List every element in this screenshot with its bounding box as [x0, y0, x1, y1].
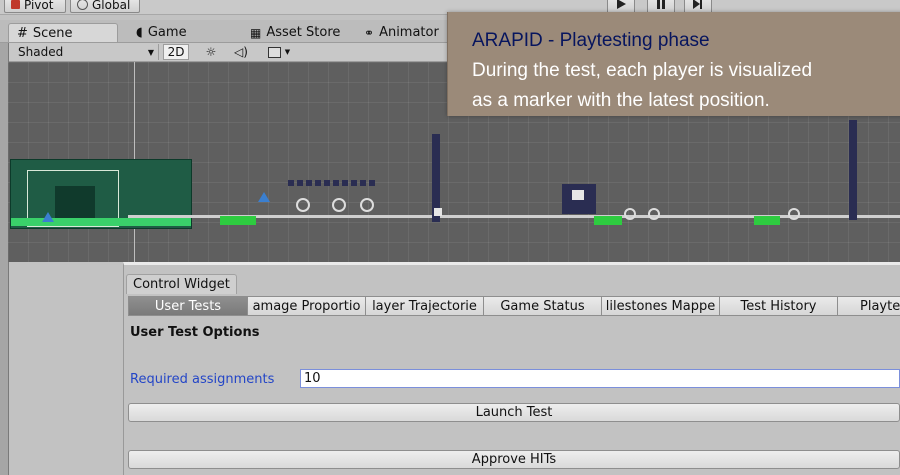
image-icon — [267, 46, 281, 58]
platform-green — [594, 216, 622, 225]
control-widget-tab[interactable]: Control Widget — [126, 274, 237, 294]
pivot-label: Pivot — [24, 0, 54, 12]
callout-line-1: During the test, each player is visualiz… — [472, 60, 813, 81]
tab-milestones-mapper[interactable]: lilestones Mappe — [601, 296, 720, 316]
animator-icon: ⚭ — [364, 25, 375, 40]
widget-tab-toolbar: User Tests amage Proportio layer Traject… — [128, 296, 900, 316]
store-icon: ▦ — [250, 25, 262, 40]
tab-scene[interactable]: # Scene — [8, 23, 118, 42]
approve-hits-button[interactable]: Approve HITs — [128, 450, 900, 469]
chevron-down-icon: ▼ — [284, 48, 291, 56]
chevron-down-icon: ▼ — [147, 47, 154, 57]
coin-item — [332, 198, 346, 212]
pacman-icon: ◖ — [136, 25, 143, 40]
tab-test-history[interactable]: Test History — [719, 296, 838, 316]
platform-green — [220, 216, 256, 225]
effects-dropdown[interactable]: ▼ — [262, 44, 296, 60]
tab-damage-proportion[interactable]: amage Proportio — [247, 296, 366, 316]
speaker-icon: ◁) — [234, 45, 248, 59]
shading-mode-value: Shaded — [18, 45, 64, 59]
coin-item — [788, 208, 800, 220]
tutorial-callout: ARAPID - Playtesting phase During the te… — [447, 12, 900, 116]
pause-icon — [657, 0, 665, 9]
crate-item — [572, 190, 584, 200]
building-shape — [55, 186, 95, 218]
section-title: User Test Options — [130, 325, 260, 340]
tab-label: Game — [147, 25, 187, 40]
callout-title: ARAPID - Playtesting phase — [472, 30, 710, 51]
coin-item — [624, 208, 636, 220]
player-marker — [258, 192, 270, 202]
required-assignments-label: Required assignments — [130, 372, 275, 387]
callout-line-2: as a marker with the latest position. — [472, 90, 770, 111]
dotted-row — [288, 180, 378, 186]
global-label: Global — [92, 0, 131, 12]
tab-playtest[interactable]: Playte — [837, 296, 900, 316]
play-icon — [617, 0, 626, 9]
coin-item — [296, 198, 310, 212]
globe-icon — [77, 0, 88, 10]
shading-mode-dropdown[interactable]: Shaded ▼ — [14, 44, 159, 60]
pivot-icon — [11, 0, 20, 9]
game-preview-thumbnail — [10, 159, 192, 229]
platform-green — [754, 216, 780, 225]
tab-label: Animator — [379, 25, 439, 40]
launch-test-button[interactable]: Launch Test — [128, 403, 900, 422]
tab-asset-store[interactable]: ▦ Asset Store — [242, 23, 352, 42]
tab-label: Scene — [32, 25, 73, 41]
tab-user-tests[interactable]: User Tests — [128, 296, 248, 316]
step-icon — [693, 0, 702, 9]
pivot-button[interactable]: Pivot — [4, 0, 66, 13]
tab-game[interactable]: ◖ Game — [128, 23, 238, 42]
global-button[interactable]: Global — [70, 0, 140, 13]
green-ground — [11, 218, 191, 226]
toggle-2d-button[interactable]: 2D — [163, 44, 189, 60]
sun-icon: ☼ — [205, 45, 217, 59]
lighting-toggle[interactable]: ☼ — [200, 44, 222, 60]
tower-obstacle — [849, 120, 857, 220]
toggle-2d-label: 2D — [167, 45, 185, 59]
coin-item — [360, 198, 374, 212]
required-assignments-input[interactable]: 10 — [300, 369, 900, 388]
control-widget-panel: Control Widget User Tests amage Proporti… — [123, 262, 900, 475]
tab-game-status[interactable]: Game Status — [483, 296, 602, 316]
crate-item — [434, 208, 442, 216]
coin-item — [648, 208, 660, 220]
tab-label: Asset Store — [266, 25, 341, 40]
grid-icon: # — [17, 25, 28, 41]
tab-player-trajectories[interactable]: layer Trajectorie — [365, 296, 484, 316]
player-marker — [42, 212, 54, 222]
audio-toggle[interactable]: ◁) — [230, 44, 252, 60]
